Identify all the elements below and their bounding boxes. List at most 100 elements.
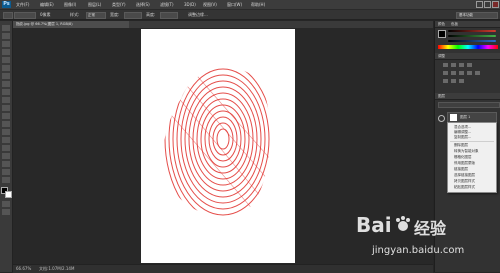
minimize-icon[interactable]: [476, 1, 483, 8]
menu-duplicate-layer[interactable]: 复制图层...: [454, 135, 494, 140]
menu-delete-layer[interactable]: 删除图层: [454, 143, 494, 148]
layer-context-menu: 混合选项... 编辑调整... 复制图层... 删除图层 转换为智能对象 栅格化…: [447, 122, 497, 193]
feather-value[interactable]: 0像素: [40, 12, 51, 18]
menu-paste-layer-style[interactable]: 粘贴图层样式: [454, 185, 494, 190]
screen-mode-icon[interactable]: [2, 209, 10, 215]
adjustments-panel-title[interactable]: 调整: [438, 54, 445, 59]
height-label: 高度:: [146, 12, 156, 17]
style-select[interactable]: 正常: [86, 12, 106, 19]
menu-rasterize-layer[interactable]: 栅格化图层: [454, 155, 494, 160]
workspace-value: 基本功能: [459, 13, 473, 17]
eraser-tool-icon[interactable]: [2, 105, 10, 111]
menu-edit[interactable]: 编辑(E): [40, 2, 54, 8]
menu-copy-layer-style[interactable]: 拷贝图层样式: [454, 179, 494, 184]
vibrance-adjustment-icon[interactable]: [443, 71, 448, 75]
brush-tool-icon[interactable]: [2, 81, 10, 87]
menu-link-layers[interactable]: 链接图层: [454, 167, 494, 172]
history-brush-tool-icon[interactable]: [2, 97, 10, 103]
photoshop-logo: Ps: [2, 1, 11, 8]
menu-image[interactable]: 图像(I): [64, 2, 76, 8]
style-label: 样式:: [70, 12, 80, 17]
gradient-tool-icon[interactable]: [2, 113, 10, 119]
color-spectrum-bar[interactable]: [438, 45, 498, 49]
threshold-adjustment-icon[interactable]: [459, 79, 464, 83]
workspace-select[interactable]: 基本功能: [456, 12, 498, 19]
style-value: 正常: [88, 13, 95, 17]
watermark-url: jingyan.baidu.com: [372, 245, 465, 256]
baidu-jingyan-watermark: Bai 经验 jingyan.baidu.com: [356, 213, 496, 268]
layer-filter-bar[interactable]: [438, 102, 500, 108]
levels-adjustment-icon[interactable]: [451, 63, 456, 67]
menu-layer[interactable]: 图层(L): [88, 2, 101, 8]
red-slider[interactable]: [448, 30, 496, 32]
document-size: 文档:1.07M/2.14M: [39, 266, 75, 271]
curves-adjustment-icon[interactable]: [459, 63, 464, 67]
healing-brush-tool-icon[interactable]: [2, 73, 10, 79]
color-panel-title[interactable]: 颜色: [438, 22, 445, 27]
maximize-icon[interactable]: [484, 1, 491, 8]
marquee-tool-icon[interactable]: [2, 33, 10, 39]
layers-panel-header: 图层: [435, 93, 500, 100]
menu-help[interactable]: 帮助(H): [251, 2, 265, 8]
zoom-tool-icon[interactable]: [2, 177, 10, 183]
width-label: 宽度:: [110, 12, 120, 17]
black-white-adjustment-icon[interactable]: [467, 71, 472, 75]
invert-adjustment-icon[interactable]: [443, 79, 448, 83]
color-balance-adjustment-icon[interactable]: [459, 71, 464, 75]
lasso-tool-icon[interactable]: [2, 41, 10, 47]
move-tool-icon[interactable]: [2, 25, 10, 31]
tools-panel: [0, 21, 13, 272]
menu-convert-smart-object[interactable]: 转换为智能对象: [454, 149, 494, 154]
height-input[interactable]: [160, 12, 178, 19]
hue-saturation-adjustment-icon[interactable]: [451, 71, 456, 75]
watermark-brand: Bai: [356, 213, 392, 237]
exposure-adjustment-icon[interactable]: [467, 63, 472, 67]
quick-select-tool-icon[interactable]: [2, 49, 10, 55]
zoom-level[interactable]: 66.67%: [16, 266, 31, 271]
adjustment-icons: [443, 63, 495, 87]
menu-view[interactable]: 视图(V): [203, 2, 217, 8]
foreground-color-chip[interactable]: [438, 30, 446, 38]
dodge-tool-icon[interactable]: [2, 129, 10, 135]
pen-tool-icon[interactable]: [2, 137, 10, 143]
eyedropper-tool-icon[interactable]: [2, 65, 10, 71]
menu-file[interactable]: 文件(F): [16, 2, 29, 8]
menu-select[interactable]: 选择(S): [136, 2, 150, 8]
width-input[interactable]: [124, 12, 142, 19]
brightness-adjustment-icon[interactable]: [443, 63, 448, 67]
menu-select-linked-layers[interactable]: 选择链接图层: [454, 173, 494, 178]
menu-disable-layer-mask[interactable]: 停用图层蒙版: [454, 161, 494, 166]
green-slider[interactable]: [448, 35, 496, 37]
layer-name[interactable]: 图层 1: [460, 115, 470, 120]
swatches-panel-title[interactable]: 色板: [451, 22, 458, 27]
menu-3d[interactable]: 3D(D): [184, 2, 196, 7]
photo-filter-adjustment-icon[interactable]: [475, 71, 480, 75]
path-select-tool-icon[interactable]: [2, 153, 10, 159]
baidu-paw-icon: [396, 216, 410, 231]
document-canvas[interactable]: [141, 29, 295, 263]
refine-edge-button[interactable]: 调整边缘...: [188, 12, 208, 18]
layers-panel-title[interactable]: 图层: [438, 94, 445, 99]
color-panel-header: 颜色 色板: [435, 21, 500, 28]
quick-mask-icon[interactable]: [2, 201, 10, 207]
selection-mode-icons[interactable]: [14, 12, 36, 19]
blue-slider[interactable]: [448, 40, 496, 42]
background-color-swatch[interactable]: [5, 191, 12, 198]
menu-separator: [450, 141, 494, 142]
close-icon[interactable]: [492, 1, 499, 8]
posterize-adjustment-icon[interactable]: [451, 79, 456, 83]
menu-filter[interactable]: 滤镜(T): [160, 2, 174, 8]
clone-stamp-tool-icon[interactable]: [2, 89, 10, 95]
shape-tool-icon[interactable]: [2, 161, 10, 167]
adjustments-panel-header: 调整: [435, 53, 500, 60]
menu-type[interactable]: 类型(Y): [112, 2, 126, 8]
blur-tool-icon[interactable]: [2, 121, 10, 127]
layer-visibility-eye-icon[interactable]: [438, 115, 445, 122]
type-tool-icon[interactable]: [2, 145, 10, 151]
crop-tool-icon[interactable]: [2, 57, 10, 63]
marquee-tool-preset-icon[interactable]: [3, 12, 13, 19]
document-tab[interactable]: 指纹.jpg @ 66.7%(图层 1, RGB/8): [13, 21, 129, 28]
menu-window[interactable]: 窗口(W): [227, 2, 242, 8]
layer-thumbnail: [450, 114, 457, 121]
hand-tool-icon[interactable]: [2, 169, 10, 175]
